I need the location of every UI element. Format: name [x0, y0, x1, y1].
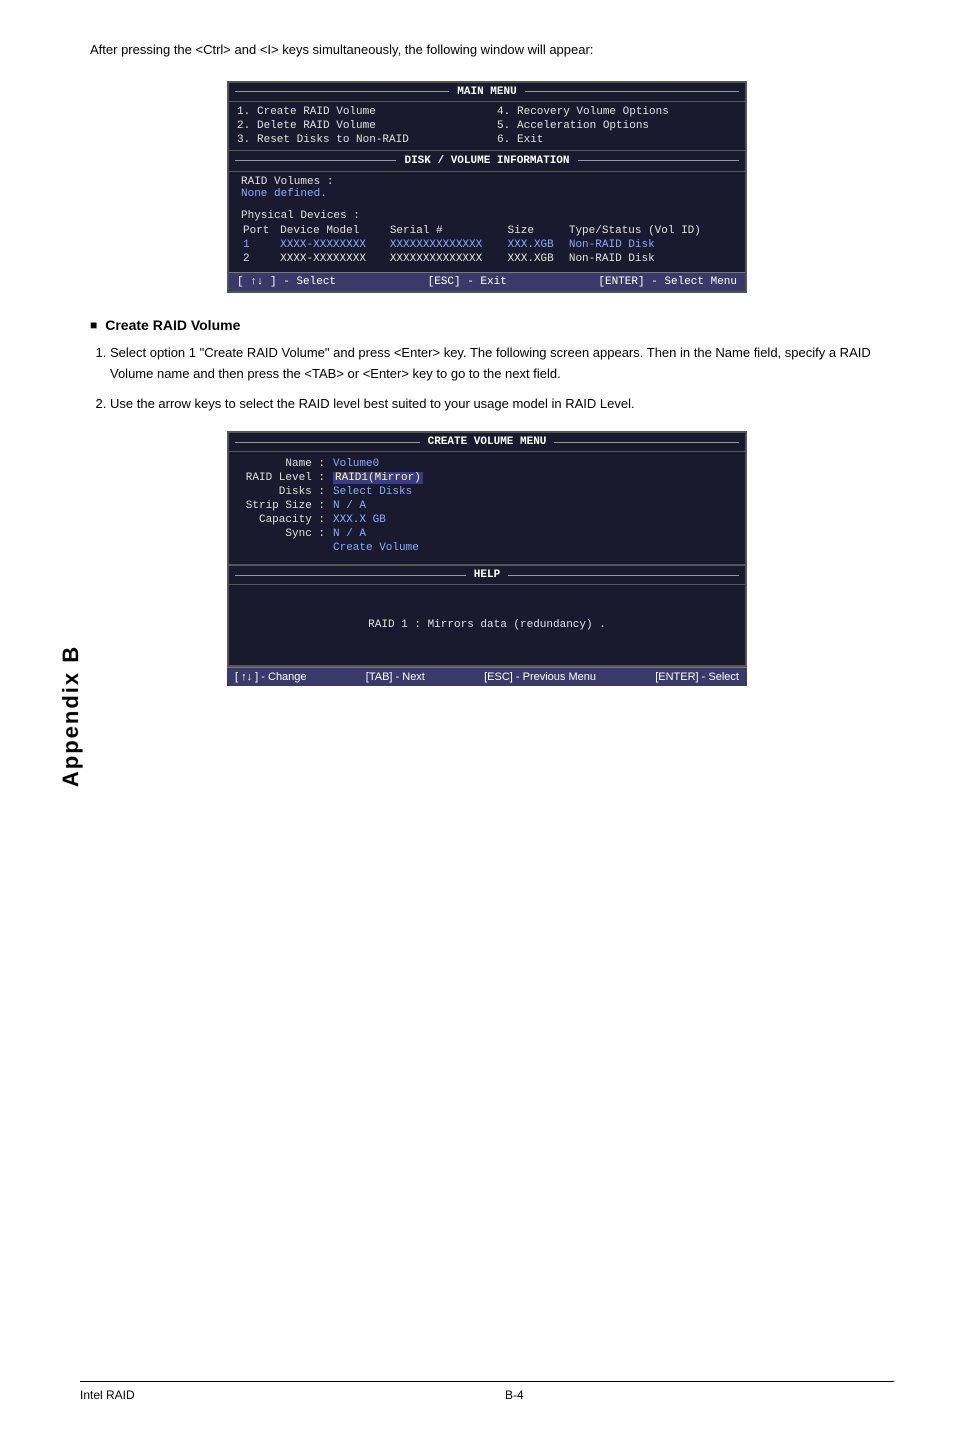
footer-select: [ ↑↓ ] - Select [237, 276, 336, 288]
main-menu-box: MAIN MENU 1. Create RAID Volume 4. Recov… [227, 81, 747, 293]
volume-fields: Name : Volume0 RAID Level : RAID1(Mirror… [245, 458, 729, 554]
field-name: Name : Volume0 [245, 458, 729, 470]
footer-prev-menu: [ESC] - Previous Menu [484, 671, 596, 683]
menu-label-4: Recovery Volume Options [517, 106, 669, 118]
none-defined: None defined. [241, 188, 733, 200]
field-create-value: Create Volume [333, 542, 419, 554]
menu-num-2: 2. [237, 120, 253, 132]
main-menu-title: MAIN MENU [451, 86, 522, 98]
menu-label-2: Delete RAID Volume [257, 120, 376, 132]
raid-volumes-label: RAID Volumes : [241, 176, 733, 188]
page-footer: Intel RAID B-4 [80, 1381, 894, 1402]
footer-next: [TAB] - Next [366, 671, 425, 683]
menu-item-5: 5. Acceleration Options [497, 120, 737, 132]
menu-label-3: Reset Disks to Non-RAID [257, 134, 409, 146]
footer-change: [ ↑↓ ] - Change [235, 671, 307, 683]
device-status-2: Non-RAID Disk [567, 252, 733, 266]
create-volume-body: Name : Volume0 RAID Level : RAID1(Mirror… [229, 452, 745, 564]
field-strip-size-value: N / A [333, 500, 366, 512]
raid-volumes-section: RAID Volumes : None defined. [229, 172, 745, 206]
menu-num-5: 5. [497, 120, 513, 132]
device-row-2: 2 XXXX-XXXXXXXX XXXXXXXXXXXXXX XXX.XGB N… [241, 252, 733, 266]
help-title: HELP [468, 569, 506, 581]
device-row-1: 1 XXXX-XXXXXXXX XXXXXXXXXXXXXX XXX.XGB N… [241, 238, 733, 252]
field-disks: Disks : Select Disks [245, 486, 729, 498]
field-sync-value: N / A [333, 528, 366, 540]
field-capacity-value: XXX.X GB [333, 514, 386, 526]
menu-num-6: 6. [497, 134, 513, 146]
main-menu-footer: [ ↑↓ ] - Select [ESC] - Exit [ENTER] - S… [229, 272, 745, 291]
field-create-volume: Create Volume [245, 542, 729, 554]
help-box: HELP RAID 1 : Mirrors data (redundancy) … [227, 566, 747, 667]
physical-devices-label: Physical Devices : [241, 210, 733, 222]
device-model-1: XXXX-XXXXXXXX [278, 238, 388, 252]
col-serial: Serial # [388, 224, 506, 238]
device-port-2: 2 [241, 252, 278, 266]
menu-label-6: Exit [517, 134, 543, 146]
footer-center: B-4 [505, 1388, 524, 1402]
footer-select: [ENTER] - Select [655, 671, 739, 683]
create-volume-footer: [ ↑↓ ] - Change [TAB] - Next [ESC] - Pre… [227, 667, 747, 686]
col-size: Size [506, 224, 567, 238]
field-sync: Sync : N / A [245, 528, 729, 540]
disk-volume-section-header: DISK / VOLUME INFORMATION [229, 150, 745, 172]
menu-label-1: Create RAID Volume [257, 106, 376, 118]
step-1: Select option 1 "Create RAID Volume" and… [110, 343, 894, 385]
field-disks-value: Select Disks [333, 486, 412, 498]
device-size-2: XXX.XGB [506, 252, 567, 266]
sidebar-label: Appendix B [58, 645, 84, 787]
bullet-heading: Create RAID Volume [90, 317, 894, 333]
menu-label-5: Acceleration Options [517, 120, 649, 132]
field-raid-level-value: RAID1(Mirror) [333, 472, 423, 484]
field-name-value: Volume0 [333, 458, 379, 470]
menu-item-4: 4. Recovery Volume Options [497, 106, 737, 118]
create-volume-wrapper: CREATE VOLUME MENU Name : Volume0 RAID L… [227, 431, 747, 686]
physical-devices-section: Physical Devices : Port Device Model Ser… [229, 206, 745, 272]
field-capacity: Capacity : XXX.X GB [245, 514, 729, 526]
field-name-label: Name : [245, 458, 325, 470]
numbered-list: Select option 1 "Create RAID Volume" and… [110, 343, 894, 415]
device-port-1: 1 [241, 238, 278, 252]
footer-select-menu: [ENTER] - Select Menu [598, 276, 737, 288]
menu-num-1: 1. [237, 106, 253, 118]
device-serial-2: XXXXXXXXXXXXXX [388, 252, 506, 266]
field-sync-label: Sync : [245, 528, 325, 540]
create-volume-box: CREATE VOLUME MENU Name : Volume0 RAID L… [227, 431, 747, 566]
device-status-1: Non-RAID Disk [567, 238, 733, 252]
field-capacity-label: Capacity : [245, 514, 325, 526]
create-volume-title: CREATE VOLUME MENU [422, 436, 553, 448]
col-device-model: Device Model [278, 224, 388, 238]
footer-left: Intel RAID [80, 1388, 135, 1402]
menu-item-6: 6. Exit [497, 134, 737, 146]
menu-item-1: 1. Create RAID Volume [237, 106, 477, 118]
help-body: RAID 1 : Mirrors data (redundancy) . [229, 585, 745, 665]
main-menu-title-bar: MAIN MENU [229, 83, 745, 102]
menu-item-2: 2. Delete RAID Volume [237, 120, 477, 132]
help-title-bar: HELP [229, 566, 745, 585]
field-disks-label: Disks : [245, 486, 325, 498]
menu-num-4: 4. [497, 106, 513, 118]
step-2: Use the arrow keys to select the RAID le… [110, 394, 894, 415]
footer-exit: [ESC] - Exit [428, 276, 507, 288]
field-strip-size: Strip Size : N / A [245, 500, 729, 512]
device-model-2: XXXX-XXXXXXXX [278, 252, 388, 266]
disk-section-title: DISK / VOLUME INFORMATION [398, 155, 575, 167]
col-port: Port [241, 224, 278, 238]
physical-devices-table: Port Device Model Serial # Size Type/Sta… [241, 224, 733, 266]
field-raid-level-label: RAID Level : [245, 472, 325, 484]
col-type-status: Type/Status (Vol ID) [567, 224, 733, 238]
create-volume-title-bar: CREATE VOLUME MENU [229, 433, 745, 452]
intro-text: After pressing the <Ctrl> and <I> keys s… [90, 40, 894, 61]
device-size-1: XXX.XGB [506, 238, 567, 252]
menu-items-grid: 1. Create RAID Volume 4. Recovery Volume… [229, 102, 745, 150]
bullet-section: Create RAID Volume Select option 1 "Crea… [90, 317, 894, 415]
device-serial-1: XXXXXXXXXXXXXX [388, 238, 506, 252]
menu-num-3: 3. [237, 134, 253, 146]
field-strip-size-label: Strip Size : [245, 500, 325, 512]
field-raid-level: RAID Level : RAID1(Mirror) [245, 472, 729, 484]
menu-item-3: 3. Reset Disks to Non-RAID [237, 134, 477, 146]
field-create-label [245, 542, 325, 554]
help-text: RAID 1 : Mirrors data (redundancy) . [368, 619, 606, 631]
